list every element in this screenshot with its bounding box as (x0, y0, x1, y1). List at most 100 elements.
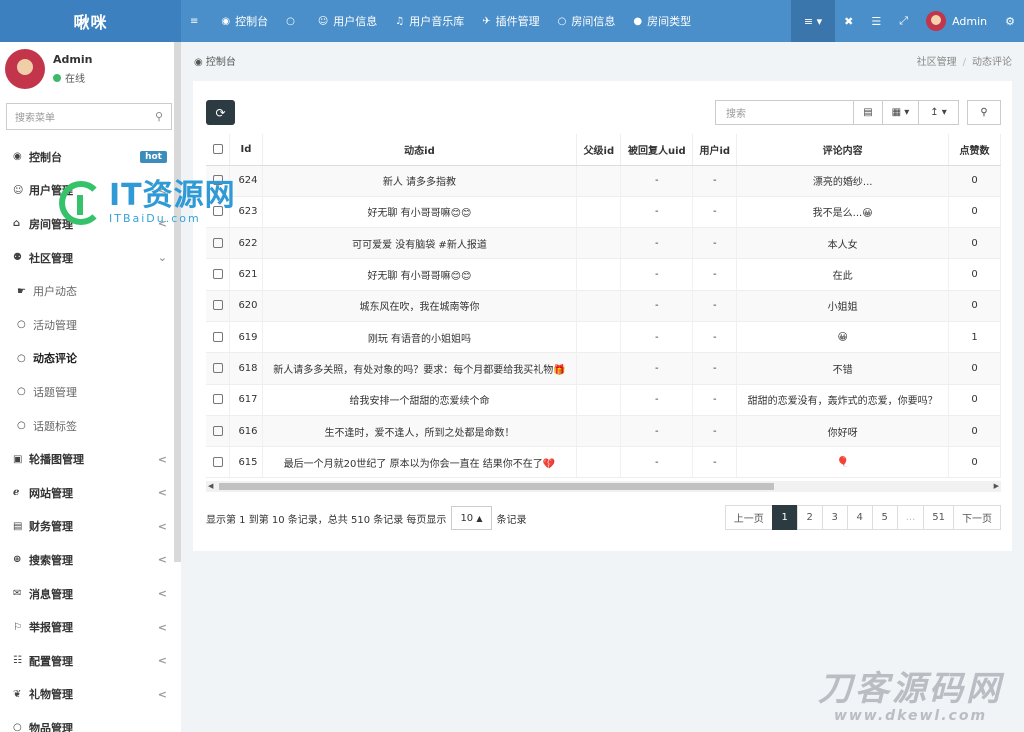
scroll-right-icon[interactable]: ▶ (994, 481, 999, 492)
table-row[interactable]: 623 好无聊 有小哥哥嘛😊😊 - - 我不是么...😀 0 (206, 196, 1001, 229)
row-checkbox[interactable] (206, 258, 231, 291)
row-checkbox[interactable] (206, 321, 231, 354)
user-name: Admin (53, 53, 93, 66)
page-button[interactable]: 5 (871, 505, 898, 530)
row-checkbox[interactable] (206, 227, 231, 260)
column-header[interactable]: 用户id (692, 134, 738, 166)
page-button[interactable]: 2 (796, 505, 823, 530)
row-checkbox[interactable] (206, 352, 231, 385)
table-row[interactable]: 616 生不逢时，爱不逢人，所到之处都是命数！ - - 你好呀 0 (206, 415, 1001, 448)
top-navbar: 啾咪 ≡ ◉ 控制台 ○ ☺ 用户信息 ♫ 用户音乐库 ✈ 插件管理 ○ 房间信息 ● 房间类型 ≡ ▾ ✖ ☰… (0, 0, 1024, 42)
sidebar-item[interactable]: ☛ 用户动态 (0, 274, 181, 308)
table-row[interactable]: 618 新人请多多关照，有处对象的吗？要求：每个月都要给我买礼物🎁 - - 不错 0 (206, 352, 1001, 385)
column-header[interactable]: 父级id (576, 134, 622, 166)
sidebar-item-label: 话题管理 (33, 385, 77, 399)
scroll-left-icon[interactable]: ◀ (208, 481, 213, 492)
topnav-item[interactable]: ☺ 用户信息 (309, 0, 386, 42)
select-all-checkbox[interactable] (206, 134, 231, 166)
table-row[interactable]: 615 最后一个月就20世纪了 原本以为你会一直在 结果你不在了💔 - - 🎈 0 (206, 446, 1001, 479)
column-header[interactable]: 动态id (262, 134, 578, 166)
prev-page-button[interactable]: 上一页 (724, 505, 773, 530)
search-icon[interactable]: ⚲ (155, 110, 163, 123)
columns-icon: ▦ ▾ (891, 107, 910, 118)
column-header[interactable]: 评论内容 (736, 134, 950, 166)
topnav-item[interactable]: ○ (277, 0, 309, 42)
table-row[interactable]: 619 刚玩 有语音的小姐姐吗 - - 😀 1 (206, 321, 1001, 354)
sidebar-item[interactable]: ⚉ 社区管理 ⌄ (0, 241, 181, 275)
horizontal-scrollbar[interactable]: ◀ ▶ (206, 481, 1001, 492)
language-button[interactable]: ☰ (862, 0, 890, 42)
column-header[interactable]: Id (229, 134, 263, 166)
table-row[interactable]: 624 新人 请多多指教 - - 漂亮的婚纱... 0 (206, 165, 1001, 197)
row-checkbox[interactable] (206, 446, 231, 479)
topnav-item[interactable]: ✈ 插件管理 (473, 0, 548, 42)
table-cell (576, 384, 622, 416)
table-cell: 我不是么...😀 (736, 196, 950, 229)
user-menu[interactable]: Admin (917, 0, 996, 42)
topnav-item[interactable]: ♫ 用户音乐库 (386, 0, 473, 42)
table-row[interactable]: 620 城东风在吹，我在城南等你 - - 小姐姐 0 (206, 290, 1001, 322)
sidebar-item[interactable]: ▣ 轮播图管理 < (0, 442, 181, 476)
table-row[interactable]: 617 给我安排一个甜甜的恋爱续个命 - - 甜甜的恋爱没有，轰炸式的恋爱，你要吗？ 0 (206, 384, 1001, 416)
table-cell: 最后一个月就20世纪了 原本以为你会一直在 结果你不在了💔 (262, 446, 578, 479)
row-checkbox[interactable] (206, 384, 231, 416)
sidebar-item[interactable]: ⊕ 搜索管理 < (0, 543, 181, 577)
sidebar-item[interactable]: ◉ 控制台 hot (0, 140, 181, 174)
scrollbar-thumb[interactable] (219, 483, 774, 490)
column-header[interactable]: 点赞数 (948, 134, 1001, 166)
sidebar-item[interactable]: ⚐ 举报管理 < (0, 610, 181, 644)
breadcrumb-item[interactable]: 社区管理 (917, 57, 957, 68)
page-button[interactable]: 51 (923, 505, 954, 530)
settings-button[interactable]: ⚙ (996, 0, 1024, 42)
sidebar-item-label: 消息管理 (29, 587, 73, 601)
sidebar-item[interactable]: ▤ 财务管理 < (0, 510, 181, 544)
sidebar-item[interactable]: ✉ 消息管理 < (0, 577, 181, 611)
table-row[interactable]: 621 好无聊 有小哥哥嘛😊😊 - - 在此 0 (206, 258, 1001, 291)
fullscreen-button[interactable]: ⤢ (890, 0, 917, 42)
table-search-input[interactable]: 搜索 (715, 100, 854, 125)
table-cell: - (620, 321, 694, 354)
page-button[interactable]: 1 (771, 505, 798, 530)
page-button[interactable]: 3 (821, 505, 848, 530)
columns-button[interactable]: ▦ ▾ (882, 100, 919, 125)
topnav-item[interactable]: ≡ (181, 0, 212, 42)
sidebar-item[interactable]: ☷ 配置管理 < (0, 644, 181, 678)
table-cell: - (692, 258, 738, 291)
sidebar-item[interactable]: ❦ 礼物管理 < (0, 678, 181, 712)
toggle-view-button[interactable]: ▤ (853, 100, 883, 125)
table-cell: 618 (229, 352, 263, 385)
page-size-select[interactable]: 10 ▲ (451, 506, 492, 530)
table-cell: 0 (948, 196, 1001, 229)
app-logo[interactable]: 啾咪 (0, 0, 181, 42)
row-checkbox[interactable] (206, 290, 231, 322)
table-cell: 甜甜的恋爱没有，轰炸式的恋爱，你要吗？ (736, 384, 950, 416)
table-cell: - (692, 352, 738, 385)
menu-search-input[interactable]: 搜索菜单 ⚲ (6, 103, 172, 130)
table-cell: - (692, 227, 738, 260)
table-cell (576, 446, 622, 479)
page-button[interactable]: 4 (846, 505, 873, 530)
sidebar-item[interactable]: ○ 活动管理 (0, 307, 181, 342)
refresh-button[interactable]: ⟳ (206, 100, 235, 125)
topnav-item[interactable]: ○ 房间信息 (549, 0, 625, 42)
topnav-item[interactable]: ● 房间类型 (624, 0, 700, 42)
search-button[interactable]: ⚲ (967, 100, 1001, 125)
list-caret-button[interactable]: ≡ ▾ (790, 0, 836, 42)
sidebar-item[interactable]: ○ 话题标签 (0, 408, 181, 443)
export-button[interactable]: ↥ ▾ (918, 100, 959, 125)
trash-button[interactable]: ✖ (835, 0, 862, 42)
row-checkbox[interactable] (206, 415, 231, 448)
table-row[interactable]: 622 可可爱爱 没有脑袋 #新人报道 - - 本人女 0 (206, 227, 1001, 260)
content-header: ◉ 控制台 社区管理 / 动态评论 (181, 42, 1024, 78)
image-icon: ▣ (13, 453, 23, 465)
hot-badge: hot (140, 150, 167, 163)
sidebar-item[interactable]: ○ 话题管理 (0, 375, 181, 409)
sidebar-item-label: 配置管理 (29, 654, 73, 668)
sidebar-item[interactable]: ○ 物品管理 (0, 711, 181, 732)
next-page-button[interactable]: 下一页 (953, 505, 1001, 530)
column-header[interactable]: 被回复人uid (620, 134, 694, 166)
sidebar-item[interactable]: ℯ 网站管理 < (0, 476, 181, 510)
topnav-item[interactable]: ◉ 控制台 (212, 0, 277, 42)
table-cell: - (692, 415, 738, 448)
sidebar-item[interactable]: ○ 动态评论 (0, 341, 181, 376)
